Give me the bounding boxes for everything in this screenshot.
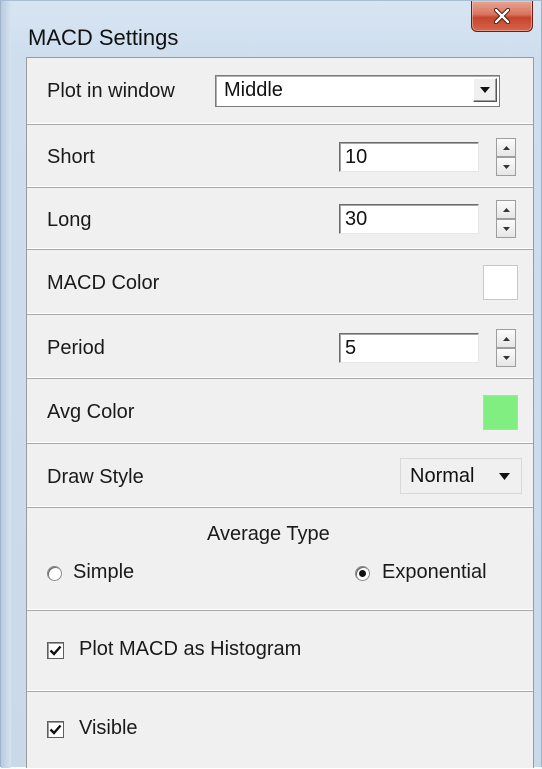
short-label: Short (47, 146, 95, 168)
plot-histogram-label[interactable]: Plot MACD as Histogram (79, 638, 301, 661)
draw-style-dropdown[interactable]: Normal (400, 458, 522, 494)
short-spinner[interactable] (496, 138, 516, 176)
row-avg-color: Avg Color (27, 379, 533, 444)
visible-checkbox[interactable] (47, 721, 64, 738)
period-value: 5 (345, 337, 357, 359)
row-macd-color: MACD Color (27, 250, 533, 315)
row-plot-in-window: Plot in window Middle (27, 58, 533, 125)
period-label: Period (47, 337, 105, 359)
row-long: Long 30 (27, 188, 533, 250)
short-value: 10 (345, 146, 368, 168)
title-bar[interactable]: MACD Settings (1, 1, 542, 57)
period-spinner[interactable] (496, 329, 516, 367)
settings-panel: Plot in window Middle Short 10 Long 30 M… (26, 57, 534, 768)
plot-in-window-dropdown[interactable]: Middle (215, 75, 500, 107)
close-button[interactable] (471, 1, 533, 32)
exponential-label[interactable]: Exponential (382, 561, 487, 584)
average-type-title: Average Type (207, 523, 330, 545)
row-visible: Visible (27, 692, 533, 769)
avg-color-label: Avg Color (47, 401, 135, 423)
long-label: Long (47, 209, 92, 231)
macd-color-swatch[interactable] (483, 265, 518, 300)
spin-up-arrow-icon (502, 145, 510, 150)
plot-in-window-value: Middle (224, 79, 283, 101)
period-spin-down[interactable] (496, 348, 516, 367)
plot-histogram-checkbox[interactable] (47, 642, 64, 659)
spin-down-arrow-icon (502, 355, 510, 360)
chevron-down-icon[interactable] (473, 78, 497, 102)
dialog-title: MACD Settings (28, 25, 179, 50)
close-x-icon (493, 8, 511, 24)
short-input[interactable]: 10 (339, 142, 479, 172)
checkmark-icon (49, 724, 62, 735)
long-input[interactable]: 30 (339, 204, 479, 234)
spin-up-arrow-icon (502, 207, 510, 212)
checkmark-icon (49, 645, 62, 656)
row-period: Period 5 (27, 315, 533, 379)
draw-style-value: Normal (410, 465, 475, 487)
period-input[interactable]: 5 (339, 333, 479, 363)
spin-down-arrow-icon (502, 164, 510, 169)
avg-color-swatch[interactable] (483, 395, 518, 430)
long-spin-up[interactable] (496, 200, 516, 219)
row-plot-histogram: Plot MACD as Histogram (27, 611, 533, 692)
exponential-radio[interactable] (355, 566, 370, 581)
simple-radio[interactable] (47, 566, 62, 581)
radio-selected-dot (359, 570, 366, 577)
spin-up-arrow-icon (502, 336, 510, 341)
average-type-group: Average Type Simple Exponential (27, 508, 533, 611)
window-left-border (1, 1, 11, 768)
long-spin-down[interactable] (496, 219, 516, 238)
row-short: Short 10 (27, 125, 533, 188)
long-spinner[interactable] (496, 200, 516, 238)
period-spin-up[interactable] (496, 329, 516, 348)
short-spin-down[interactable] (496, 157, 516, 176)
chevron-down-icon (499, 473, 510, 480)
short-spin-up[interactable] (496, 138, 516, 157)
long-value: 30 (345, 208, 368, 230)
visible-label[interactable]: Visible (79, 717, 138, 740)
draw-style-label: Draw Style (47, 466, 144, 488)
row-draw-style: Draw Style Normal (27, 444, 533, 508)
macd-settings-dialog: MACD Settings Plot in window Middle Shor… (0, 0, 542, 768)
macd-color-label: MACD Color (47, 272, 160, 294)
simple-label[interactable]: Simple (73, 561, 134, 584)
plot-in-window-label: Plot in window (47, 80, 175, 102)
spin-down-arrow-icon (502, 226, 510, 231)
